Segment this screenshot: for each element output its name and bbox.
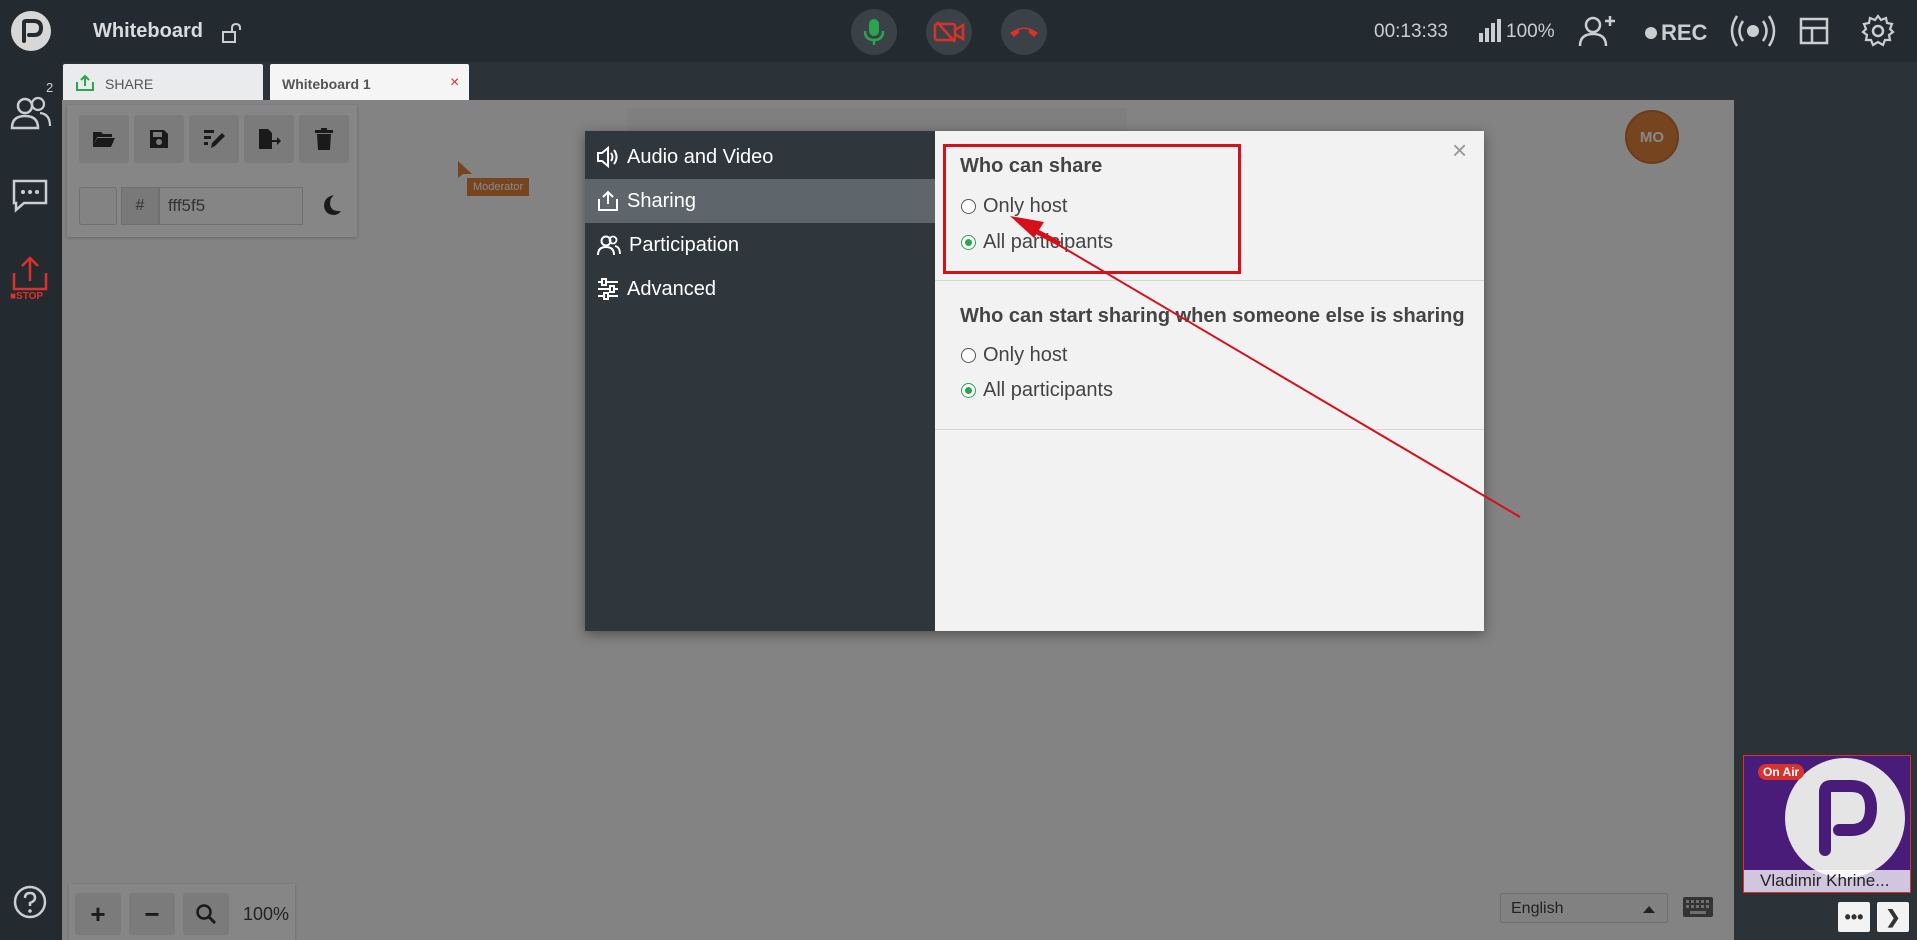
radio-start-all-participants[interactable]: All participants: [961, 379, 1113, 402]
radio-button-checked[interactable]: [961, 383, 976, 398]
participant-name: Vladimir Khrine...: [1744, 870, 1910, 892]
nav-participation-label: Participation: [629, 233, 740, 256]
video-more-button[interactable]: •••: [1838, 902, 1870, 932]
connection-quality: 100%: [1506, 21, 1555, 42]
speaker-icon: [597, 146, 618, 168]
radio-start-only-host[interactable]: Only host: [961, 344, 1067, 367]
annotation-highlight-box: [943, 144, 1241, 274]
stop-sharing-label: ■STOP: [10, 291, 44, 302]
radio-button[interactable]: [961, 348, 976, 363]
broadcast-icon[interactable]: [1730, 14, 1776, 48]
phone-hangup-icon: [1010, 27, 1038, 37]
microphone-icon: [863, 19, 885, 45]
room-title: Whiteboard: [93, 20, 203, 42]
tab-whiteboard-1[interactable]: Whiteboard 1 ×: [270, 64, 469, 100]
radio-label: Only host: [983, 344, 1068, 366]
participant-count-badge: 2: [46, 80, 54, 95]
unlock-icon[interactable]: [221, 22, 243, 44]
tab-share[interactable]: SHARE: [63, 64, 263, 100]
help-icon[interactable]: [12, 884, 48, 920]
close-tab-icon[interactable]: ×: [450, 74, 459, 92]
app-window: Whiteboard 00:13:33 100% REC 2 ■STOP SHA…: [0, 0, 1917, 940]
nav-audio-video[interactable]: Audio and Video: [585, 135, 935, 179]
camera-off-icon: [933, 21, 965, 43]
layout-icon[interactable]: [1799, 17, 1829, 45]
section-title: Who can start sharing when someone else …: [960, 305, 1465, 327]
tab-whiteboard-label: Whiteboard 1: [282, 76, 371, 92]
app-logo[interactable]: [11, 11, 51, 51]
call-timer: 00:13:33: [1374, 21, 1448, 42]
participants-icon: [597, 235, 621, 256]
chat-icon[interactable]: [12, 179, 48, 213]
settings-gear-icon[interactable]: [1861, 14, 1895, 48]
camera-button[interactable]: [926, 9, 972, 55]
rec-indicator-dot: [1645, 27, 1657, 39]
tab-share-label: SHARE: [105, 76, 154, 92]
participant-video-tile[interactable]: On Air Vladimir Khrine...: [1743, 755, 1911, 893]
record-button[interactable]: REC: [1661, 20, 1707, 46]
nav-participation[interactable]: Participation: [585, 223, 935, 267]
logo-icon: [22, 19, 44, 43]
share-icon: [598, 190, 618, 211]
nav-sharing-label: Sharing: [627, 189, 696, 212]
participants-icon[interactable]: [10, 94, 52, 132]
logo-icon: [1819, 780, 1878, 856]
nav-advanced[interactable]: Advanced: [585, 267, 935, 311]
participant-avatar-logo: [1785, 758, 1905, 878]
microphone-button[interactable]: [851, 9, 897, 55]
share-upload-icon: [76, 74, 94, 91]
sliders-icon: [598, 278, 618, 300]
nav-sharing[interactable]: Sharing: [585, 179, 935, 223]
hangup-button[interactable]: [1001, 9, 1047, 55]
top-bar: Whiteboard 00:13:33 100% REC: [0, 0, 1917, 62]
nav-advanced-label: Advanced: [627, 277, 716, 300]
add-user-icon[interactable]: [1578, 14, 1618, 48]
nav-audio-video-label: Audio and Video: [627, 145, 774, 168]
who-can-start-sharing-section: Who can start sharing when someone else …: [935, 281, 1484, 430]
on-air-badge: On Air: [1758, 764, 1805, 780]
radio-label: All participants: [983, 379, 1114, 401]
settings-nav: Audio and Video Sharing Participation Ad…: [585, 131, 935, 631]
video-next-button[interactable]: ❯: [1877, 902, 1909, 932]
signal-icon: [1479, 19, 1501, 42]
